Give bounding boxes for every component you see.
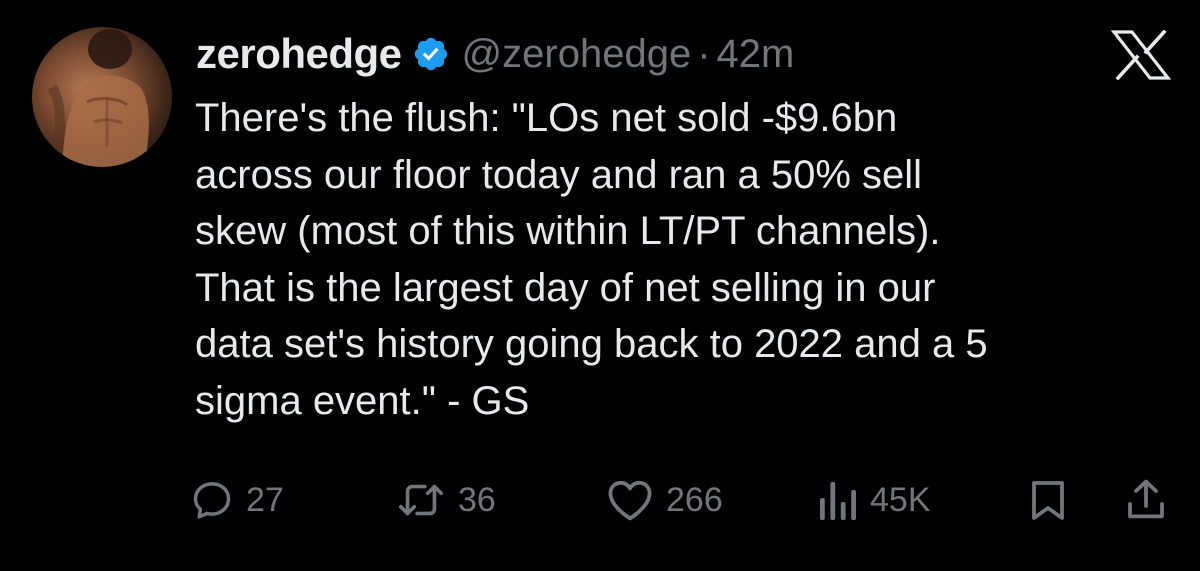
reply-button[interactable]: 27 [190, 474, 284, 526]
tweet-text-line: skew (most of this within LT/PT channels… [195, 209, 941, 253]
handle[interactable]: @zerohedge [462, 32, 692, 77]
tweet-text-line: sigma event." - GS [195, 378, 530, 423]
repost-count: 36 [458, 480, 496, 519]
display-name[interactable]: zerohedge [196, 30, 402, 78]
verified-badge-icon [414, 37, 447, 71]
tweet-text-line: That is the largest day of net selling i… [195, 265, 936, 310]
tweet-header: zerohedge @zerohedge · 42m [196, 26, 794, 82]
avatar[interactable] [32, 27, 172, 167]
share-icon [1128, 479, 1164, 519]
tweet-text: There's the flush: "LOs net sold -$9.6bn… [195, 90, 1185, 429]
repost-icon [398, 484, 444, 516]
timestamp[interactable]: 42m [717, 32, 795, 77]
like-count: 266 [666, 480, 723, 519]
views-icon [820, 482, 856, 520]
like-button[interactable]: 266 [606, 474, 723, 526]
tweet-text-line: data set's history going back to 2022 an… [195, 322, 988, 366]
share-button[interactable] [1126, 474, 1166, 526]
tweet-text-line: There's the flush: "LOs net sold -$9.6bn [195, 96, 898, 140]
reply-count: 27 [246, 480, 284, 519]
bookmark-icon [1032, 481, 1064, 520]
tweet-text-line: across our floor today and ran a 50% sel… [195, 152, 923, 197]
reply-icon [193, 482, 231, 519]
separator-dot: · [697, 31, 711, 76]
avatar-image [47, 29, 149, 167]
heart-icon [608, 480, 652, 521]
action-bar: 27 36 266 45K [190, 474, 1175, 526]
x-logo-icon [1110, 30, 1172, 80]
view-count: 45K [870, 480, 931, 519]
repost-button[interactable]: 36 [396, 474, 496, 526]
views-button[interactable]: 45K [818, 474, 931, 526]
bookmark-button[interactable] [1030, 474, 1066, 526]
